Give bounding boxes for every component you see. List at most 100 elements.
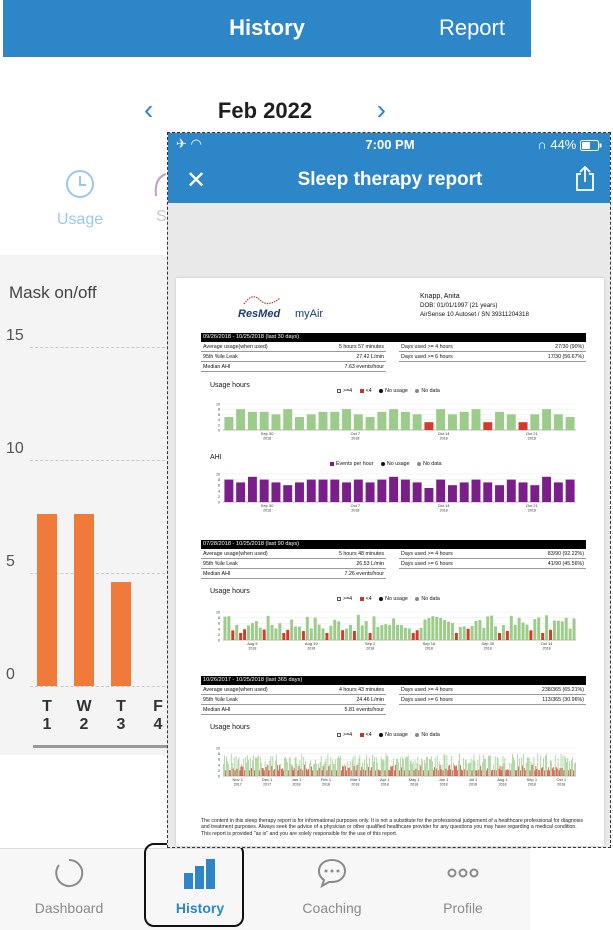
data-bar bbox=[325, 633, 329, 640]
data-bar bbox=[314, 763, 315, 776]
data-bar bbox=[476, 770, 478, 776]
data-bar bbox=[409, 760, 411, 776]
usage-bar[interactable] bbox=[111, 582, 131, 686]
data-bar bbox=[492, 764, 494, 776]
data-bar bbox=[323, 763, 325, 776]
usage-chart-title: Usage hours bbox=[210, 724, 250, 731]
data-bar bbox=[250, 623, 254, 640]
data-bar bbox=[388, 769, 390, 776]
data-bar bbox=[306, 414, 316, 430]
y-tick-label: 8 bbox=[218, 408, 220, 412]
data-bar bbox=[481, 770, 483, 776]
data-bar bbox=[478, 620, 482, 640]
data-bar bbox=[373, 761, 374, 776]
data-bar bbox=[223, 763, 224, 776]
score-tab-partial[interactable]: S bbox=[152, 170, 168, 225]
data-bar bbox=[536, 768, 538, 776]
data-bar bbox=[465, 759, 467, 776]
data-bar bbox=[389, 770, 391, 776]
data-bar bbox=[505, 770, 507, 776]
data-bar bbox=[345, 770, 347, 776]
data-bar bbox=[471, 409, 481, 430]
data-bar bbox=[330, 757, 332, 776]
stat-value: 113/365 (30.96%) bbox=[542, 697, 584, 703]
data-bar bbox=[356, 614, 360, 640]
data-bar bbox=[530, 485, 540, 502]
y-tick-label: 8 bbox=[218, 478, 220, 482]
data-bar bbox=[344, 764, 345, 776]
year-label: 2018 bbox=[528, 509, 536, 513]
data-bar bbox=[501, 766, 503, 776]
chevron-right-icon[interactable]: › bbox=[377, 96, 386, 124]
data-bar bbox=[466, 628, 470, 640]
data-bar bbox=[514, 760, 515, 776]
year-label: 2018 bbox=[410, 783, 418, 787]
resmed-logo: ResMed myAir bbox=[238, 296, 323, 320]
data-bar bbox=[482, 627, 486, 640]
tab-dashboard[interactable]: Dashboard bbox=[14, 857, 124, 916]
tab-profile[interactable]: Profile bbox=[408, 857, 518, 916]
data-bar bbox=[426, 756, 427, 776]
data-bar bbox=[290, 619, 294, 640]
data-bar bbox=[299, 759, 301, 776]
data-bar bbox=[363, 769, 365, 776]
data-bar bbox=[479, 754, 481, 776]
data-bar bbox=[356, 765, 358, 776]
share-icon[interactable] bbox=[574, 165, 596, 196]
data-bar bbox=[407, 755, 409, 776]
battery-indicator: ∩ 44% bbox=[537, 137, 602, 152]
tab-coaching[interactable]: Coaching bbox=[277, 857, 387, 916]
data-bar bbox=[339, 758, 340, 776]
report-button[interactable]: Report bbox=[439, 15, 505, 41]
usage-bar[interactable] bbox=[37, 514, 57, 686]
data-bar bbox=[415, 630, 419, 640]
data-bar bbox=[450, 769, 452, 776]
data-bar bbox=[515, 770, 516, 776]
chart-title: Mask on/off bbox=[9, 283, 97, 302]
data-bar bbox=[322, 766, 324, 776]
data-bar bbox=[388, 625, 392, 640]
data-bar bbox=[310, 760, 311, 776]
data-bar bbox=[239, 633, 243, 640]
data-bar bbox=[517, 617, 521, 640]
data-bar bbox=[255, 757, 256, 776]
data-bar bbox=[466, 770, 468, 776]
stat-value: 4 hours 43 minutes bbox=[338, 687, 384, 693]
year-label: 2017 bbox=[234, 783, 242, 787]
data-bar bbox=[257, 754, 259, 776]
data-bar bbox=[277, 765, 279, 776]
data-bar bbox=[525, 624, 529, 640]
data-bar bbox=[341, 630, 345, 640]
data-bar bbox=[487, 768, 488, 776]
tab-profile-label: Profile bbox=[443, 900, 483, 916]
patient-info: Knapp, Anita DOB: 01/01/1997 (21 years) … bbox=[420, 292, 529, 319]
data-bar bbox=[394, 770, 396, 776]
usage-legend: >=4 <4 No usage No data bbox=[331, 388, 440, 394]
stat-label: 95th %ile Leak bbox=[203, 697, 238, 703]
day-label: W2 bbox=[76, 698, 92, 733]
data-bar bbox=[443, 754, 445, 776]
data-bar bbox=[295, 417, 304, 430]
data-bar bbox=[297, 626, 301, 640]
year-label: 2018 bbox=[351, 437, 359, 441]
data-bar bbox=[270, 624, 274, 640]
data-bar bbox=[314, 759, 316, 776]
data-bar bbox=[345, 628, 349, 640]
data-bar bbox=[305, 761, 307, 776]
data-bar bbox=[241, 764, 243, 776]
screen: History Report ‹ Feb 2022 › Usage S Mask… bbox=[0, 0, 613, 930]
data-bar bbox=[316, 770, 318, 776]
battery-icon bbox=[580, 140, 602, 152]
data-bar bbox=[538, 769, 540, 776]
usage-bar[interactable] bbox=[74, 514, 94, 686]
more-dots-icon bbox=[447, 868, 479, 878]
data-bar bbox=[233, 757, 235, 776]
data-bar bbox=[284, 758, 285, 776]
data-bar bbox=[508, 770, 510, 776]
data-bar bbox=[342, 409, 352, 430]
y-tick-0: 0 bbox=[6, 666, 15, 683]
y-tick-label: 10 bbox=[216, 473, 220, 477]
history-tab-highlight bbox=[144, 843, 244, 927]
usage-tab[interactable]: Usage bbox=[50, 168, 110, 229]
data-bar bbox=[321, 770, 323, 776]
